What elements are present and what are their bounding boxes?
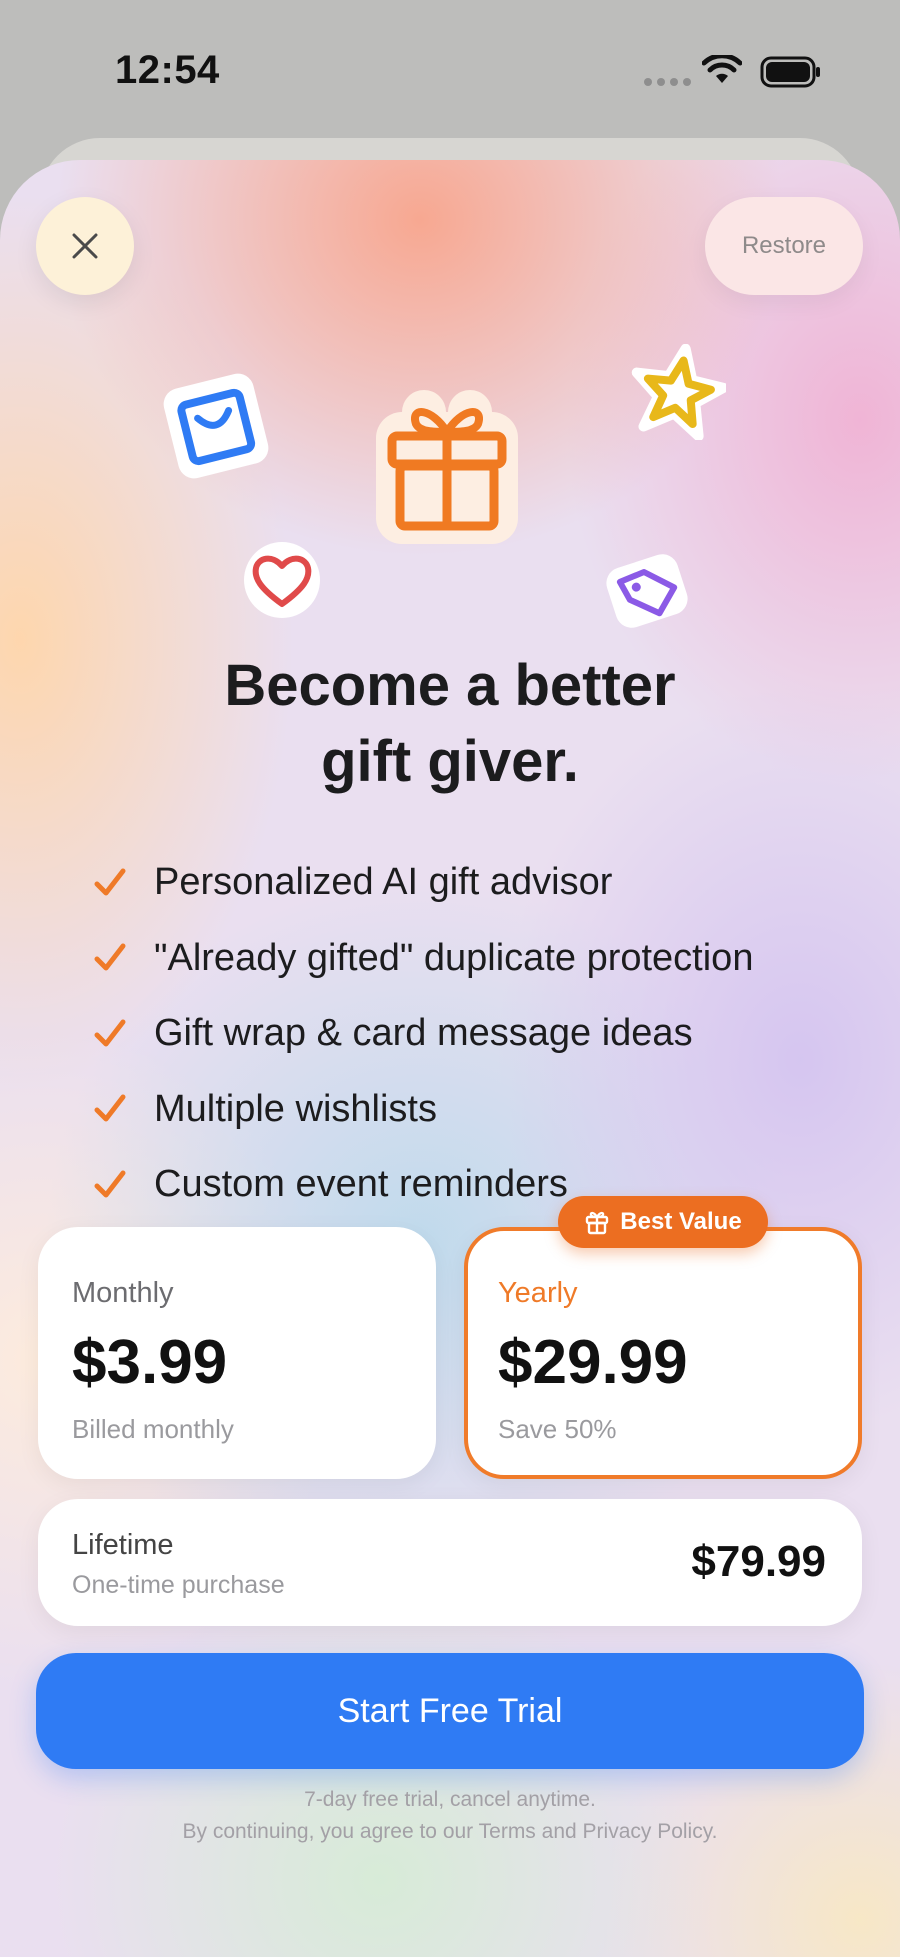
feature-text: Multiple wishlists <box>154 1087 437 1130</box>
best-value-label: Best Value <box>620 1208 742 1235</box>
plan-price: $3.99 <box>72 1328 228 1397</box>
start-free-trial-button[interactable]: Start Free Trial <box>36 1653 864 1769</box>
checkmark-icon <box>94 1094 126 1122</box>
privacy-policy-link[interactable]: Privacy Policy <box>583 1820 712 1843</box>
checkmark-icon <box>94 1019 126 1047</box>
plan-note: Save 50% <box>498 1414 617 1444</box>
gift-icon <box>586 1211 609 1235</box>
plan-name: Monthly <box>72 1277 174 1309</box>
checkmark-icon <box>94 1170 126 1198</box>
tag-icon <box>606 554 688 628</box>
plan-price: $29.99 <box>498 1328 688 1397</box>
feature-text: Gift wrap & card message ideas <box>154 1012 693 1055</box>
plan-price: $79.99 <box>691 1537 826 1586</box>
feature-item: Multiple wishlists <box>92 1072 872 1148</box>
paywall-sheet: Restore Become a better gift giver. Pers… <box>0 160 900 1957</box>
cellular-signal-icon <box>644 78 691 86</box>
checkmark-icon <box>94 943 126 971</box>
plan-name: Yearly <box>498 1277 578 1309</box>
legal-note: By continuing, you agree to our Terms an… <box>0 1820 900 1844</box>
feature-text: Custom event reminders <box>154 1163 568 1206</box>
feature-list: Personalized AI gift advisor "Already gi… <box>92 845 872 1223</box>
hero-title-line-2: gift giver. <box>321 729 579 794</box>
terms-link[interactable]: Terms <box>479 1820 536 1843</box>
plan-card-yearly[interactable]: Yearly $29.99 Save 50% <box>464 1227 862 1479</box>
legal-prefix: By continuing, you agree to our <box>182 1820 479 1843</box>
gift-icon <box>376 390 518 544</box>
feature-item: Personalized AI gift advisor <box>92 845 872 921</box>
close-button[interactable] <box>36 197 134 295</box>
plan-card-monthly[interactable]: Monthly $3.99 Billed monthly <box>38 1227 436 1479</box>
trial-note: 7-day free trial, cancel anytime. <box>304 1788 596 1811</box>
shopping-bag-icon <box>163 373 269 479</box>
checkmark-icon <box>94 868 126 896</box>
heart-icon <box>244 542 320 618</box>
feature-text: Personalized AI gift advisor <box>154 861 613 904</box>
best-value-badge: Best Value <box>558 1196 768 1248</box>
legal-suffix: . <box>711 1820 718 1843</box>
feature-text: "Already gifted" duplicate protection <box>154 936 754 979</box>
status-bar: 12:54 <box>0 0 900 140</box>
status-time: 12:54 <box>115 48 220 92</box>
feature-item: "Already gifted" duplicate protection <box>92 921 872 997</box>
hero-title: Become a better gift giver. <box>0 648 900 800</box>
plan-note: One-time purchase <box>72 1571 285 1599</box>
legal-and: and <box>535 1820 583 1843</box>
star-icon <box>631 344 726 440</box>
wifi-icon <box>702 55 742 83</box>
plan-name: Lifetime <box>72 1529 174 1561</box>
restore-button[interactable]: Restore <box>705 197 863 295</box>
plan-card-lifetime[interactable]: Lifetime One-time purchase $79.99 <box>38 1499 862 1626</box>
battery-icon <box>760 56 820 88</box>
feature-item: Gift wrap & card message ideas <box>92 996 872 1072</box>
close-icon <box>72 233 98 259</box>
plan-note: Billed monthly <box>72 1414 234 1444</box>
hero-title-line-1: Become a better <box>224 653 676 718</box>
